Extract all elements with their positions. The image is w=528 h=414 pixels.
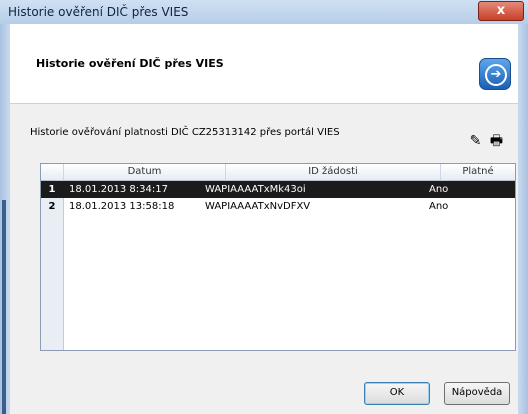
valid-cell: Ano <box>429 201 449 212</box>
title-bar[interactable]: Historie ověření DIČ přes VIES x <box>0 0 528 25</box>
ok-button[interactable]: OK <box>364 382 430 405</box>
valid-cell: Ano <box>429 184 449 195</box>
column-header-date[interactable]: Datum <box>64 164 226 181</box>
date-cell: 18.01.2013 13:58:18 <box>69 201 175 212</box>
request-id-cell: WAPIAAAATxMk43oi <box>205 184 306 195</box>
print-icon[interactable]: 🖶 <box>489 134 504 149</box>
dialog-window: Historie ověření DIČ přes VIES x Histori… <box>0 0 528 414</box>
column-header-valid[interactable]: Platné <box>441 164 515 181</box>
right-window-frame <box>518 24 528 414</box>
date-cell: 18.01.2013 8:34:17 <box>69 184 168 195</box>
corner-header <box>41 164 64 181</box>
table-row[interactable]: 1 18.01.2013 8:34:17 WAPIAAAATxMk43oi An… <box>41 181 515 198</box>
row-number: 1 <box>48 184 56 195</box>
history-table: Datum ID žádosti Platné 1 18.01.2013 8:3… <box>40 163 516 351</box>
request-id-cell: WAPIAAAATxNvDFXV <box>205 201 311 212</box>
help-arrow-icon: ➔ <box>479 58 511 90</box>
help-button[interactable]: Nápověda <box>444 382 510 405</box>
info-text: Historie ověřování platnosti DIČ CZ25313… <box>30 127 340 138</box>
edit-icon[interactable]: ✎ <box>468 134 483 149</box>
close-icon: x <box>496 3 506 18</box>
column-header-request-id[interactable]: ID žádosti <box>226 164 441 181</box>
dialog-header: Historie ověření DIČ přes VIES ➔ <box>10 24 518 104</box>
dialog-heading: Historie ověření DIČ přes VIES <box>36 57 224 70</box>
row-number: 2 <box>41 198 63 215</box>
close-button[interactable]: x <box>478 1 524 21</box>
window-title: Historie ověření DIČ přes VIES <box>8 5 189 19</box>
left-frame-strip <box>2 200 6 414</box>
table-row[interactable]: 2 18.01.2013 13:58:18 WAPIAAAATxNvDFXV A… <box>41 198 515 215</box>
left-window-frame <box>0 24 10 414</box>
